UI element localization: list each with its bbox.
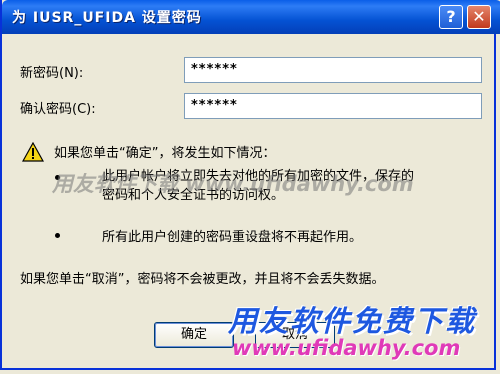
new-password-field[interactable]: ****** xyxy=(184,57,482,83)
cancel-note: 如果您单击“取消”，密码将不会被更改，并且将不会丢失数据。 xyxy=(20,272,385,287)
bullet-dot xyxy=(55,233,60,238)
watermark-logo: 用友软件免费下载 xyxy=(228,304,477,338)
close-icon[interactable]: ✕ xyxy=(467,5,491,29)
warning-bullet-1-line-2: 密码和个人安全证书的访问权。 xyxy=(102,188,285,203)
dialog-title: 为 IUSR_UFIDA 设置密码 xyxy=(12,10,202,26)
confirm-password-field[interactable]: ****** xyxy=(184,93,482,119)
warning-icon xyxy=(22,142,44,162)
watermark-url: www.ufidawhy.com xyxy=(232,336,461,360)
new-password-label: 新密码(N): xyxy=(20,66,84,81)
warning-intro: 如果您单击“确定”，将发生如下情况： xyxy=(54,146,276,161)
title-bar[interactable]: 为 IUSR_UFIDA 设置密码 ? ✕ xyxy=(2,0,500,34)
warning-bullet-1-line-1: 此用户帐户将立即失去对他的所有加密的文件，保存的 xyxy=(102,169,415,184)
warning-bullet-2: 所有此用户创建的密码重设盘将不再起作用。 xyxy=(102,230,363,245)
help-icon[interactable]: ? xyxy=(439,5,463,29)
ok-button[interactable]: 确定 xyxy=(154,322,234,348)
confirm-password-label: 确认密码(C): xyxy=(20,102,96,117)
bullet-dot xyxy=(55,175,60,180)
